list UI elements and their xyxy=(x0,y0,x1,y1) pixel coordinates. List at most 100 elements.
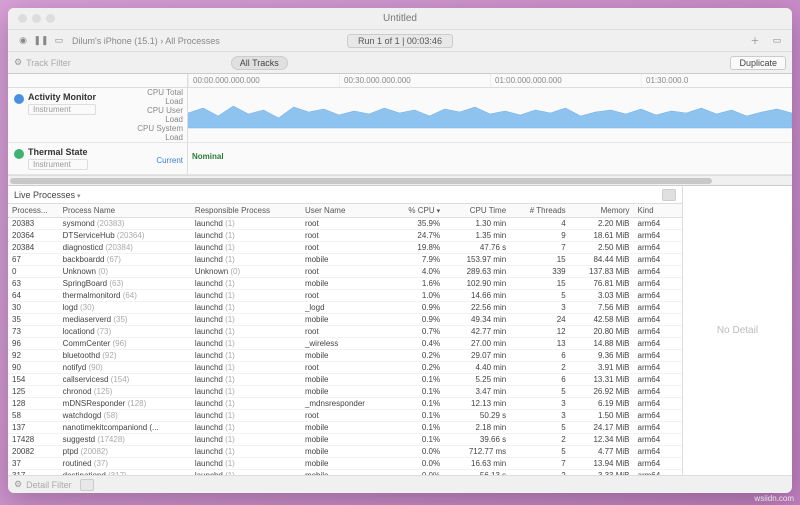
col-cpu-percent[interactable]: % CPU xyxy=(389,204,444,218)
table-row[interactable]: 96CommCenter (96)launchd (1)_wireless0.4… xyxy=(8,338,682,350)
cell-name: destinationd (317) xyxy=(59,470,191,476)
cell-name: callservicesd (154) xyxy=(59,374,191,386)
timeline-ruler[interactable]: 00:00.000.000.000 00:30.000.000.000 01:0… xyxy=(8,74,792,88)
track-filter-input[interactable]: Track Filter xyxy=(26,58,71,68)
cell-cpu: 0.1% xyxy=(389,434,444,446)
cell-pid: 58 xyxy=(8,410,59,422)
col-threads[interactable]: # Threads xyxy=(510,204,569,218)
table-row[interactable]: 0Unknown (0)Unknown (0)root4.0%289.63 mi… xyxy=(8,266,682,278)
gear-icon[interactable]: ⚙ xyxy=(14,57,22,68)
cell-resp: launchd (1) xyxy=(191,242,301,254)
cell-resp: launchd (1) xyxy=(191,290,301,302)
window-title: Untitled xyxy=(8,13,792,24)
thermal-graph[interactable]: Nominal xyxy=(188,143,792,169)
table-row[interactable]: 67backboardd (67)launchd (1)mobile7.9%15… xyxy=(8,254,682,266)
cell-kind: arm64 xyxy=(634,242,682,254)
target-icon[interactable]: ▭ xyxy=(50,33,68,49)
col-process-name[interactable]: Process Name xyxy=(59,204,191,218)
cell-mem: 13.94 MiB xyxy=(570,458,634,470)
cell-resp: launchd (1) xyxy=(191,470,301,476)
detail-filter-input[interactable]: Detail Filter xyxy=(26,480,72,490)
cell-user: _wireless xyxy=(301,338,389,350)
all-tracks-button[interactable]: All Tracks xyxy=(231,56,288,70)
track-thermal-state[interactable]: Thermal State Instrument Current Nominal xyxy=(8,143,792,175)
cell-time: 102.90 min xyxy=(444,278,510,290)
table-header-row[interactable]: Process... Process Name Responsible Proc… xyxy=(8,204,682,218)
cell-name: mDNSResponder (128) xyxy=(59,398,191,410)
table-row[interactable]: 20364DTServiceHub (20364)launchd (1)root… xyxy=(8,230,682,242)
horizontal-scrollbar[interactable] xyxy=(8,175,792,185)
cell-name: watchdogd (58) xyxy=(59,410,191,422)
table-row[interactable]: 73locationd (73)launchd (1)root0.7%42.77… xyxy=(8,326,682,338)
table-row[interactable]: 17428suggestd (17428)launchd (1)mobile0.… xyxy=(8,434,682,446)
col-responsible[interactable]: Responsible Process xyxy=(191,204,301,218)
cell-cpu: 4.0% xyxy=(389,266,444,278)
cell-name: sysmond (20383) xyxy=(59,218,191,230)
duplicate-button[interactable]: Duplicate xyxy=(730,56,786,70)
table-row[interactable]: 20384diagnosticd (20384)launchd (1)root1… xyxy=(8,242,682,254)
detail-toggle-icon[interactable] xyxy=(662,189,676,201)
live-processes-dropdown[interactable]: Live Processes xyxy=(14,190,81,200)
cell-user: _mdnsresponder xyxy=(301,398,389,410)
cell-time: 29.07 min xyxy=(444,350,510,362)
table-row[interactable]: 90notifyd (90)launchd (1)root0.2%4.40 mi… xyxy=(8,362,682,374)
cell-threads: 7 xyxy=(510,458,569,470)
table-row[interactable]: 63SpringBoard (63)launchd (1)mobile1.6%1… xyxy=(8,278,682,290)
target-breadcrumb[interactable]: Dilum's iPhone (15.1) › All Processes xyxy=(72,36,220,46)
cell-pid: 90 xyxy=(8,362,59,374)
table-row[interactable]: 58watchdogd (58)launchd (1)root0.1%50.29… xyxy=(8,410,682,422)
track-activity-monitor[interactable]: Activity Monitor Instrument CPU Total Lo… xyxy=(8,88,792,143)
table-row[interactable]: 35mediaserverd (35)launchd (1)mobile0.9%… xyxy=(8,314,682,326)
table-row[interactable]: 92bluetoothd (92)launchd (1)mobile0.2%29… xyxy=(8,350,682,362)
cell-user: mobile xyxy=(301,470,389,476)
instrument-chevron[interactable]: Instrument xyxy=(28,104,96,115)
cell-cpu: 0.9% xyxy=(389,314,444,326)
table-row[interactable]: 125chronod (125)launchd (1)mobile0.1%3.4… xyxy=(8,386,682,398)
cell-threads: 12 xyxy=(510,326,569,338)
cell-mem: 137.83 MiB xyxy=(570,266,634,278)
process-table[interactable]: Process... Process Name Responsible Proc… xyxy=(8,204,682,475)
library-button[interactable]: ▭ xyxy=(768,33,786,49)
cell-cpu: 0.1% xyxy=(389,374,444,386)
record-button[interactable]: ◉ xyxy=(14,33,32,49)
table-row[interactable]: 137nanotimekitcompaniond (... launchd (1… xyxy=(8,422,682,434)
table-row[interactable]: 64thermalmonitord (64)launchd (1)root1.0… xyxy=(8,290,682,302)
cell-pid: 317 xyxy=(8,470,59,476)
instrument-chevron[interactable]: Instrument xyxy=(28,159,88,170)
table-row[interactable]: 37routined (37)launchd (1)mobile0.0%16.6… xyxy=(8,458,682,470)
cell-time: 56.13 s xyxy=(444,470,510,476)
pause-button[interactable]: ❚❚ xyxy=(32,33,50,49)
table-row[interactable]: 128mDNSResponder (128)launchd (1)_mdnsre… xyxy=(8,398,682,410)
col-process-id[interactable]: Process... xyxy=(8,204,59,218)
add-button[interactable]: ＋ xyxy=(746,33,764,49)
cell-mem: 3.91 MiB xyxy=(570,362,634,374)
table-row[interactable]: 30logd (30)launchd (1)_logd0.9%22.56 min… xyxy=(8,302,682,314)
table-row[interactable]: 20082ptpd (20082)launchd (1)mobile0.0%71… xyxy=(8,446,682,458)
cell-pid: 96 xyxy=(8,338,59,350)
cell-resp: launchd (1) xyxy=(191,410,301,422)
table-row[interactable]: 20383sysmond (20383)launchd (1)root35.9%… xyxy=(8,218,682,230)
cell-cpu: 0.1% xyxy=(389,422,444,434)
run-indicator[interactable]: Run 1 of 1 | 00:03:46 xyxy=(347,34,453,48)
cell-name: suggestd (17428) xyxy=(59,434,191,446)
scrollbar-thumb[interactable] xyxy=(10,178,712,184)
cell-threads: 6 xyxy=(510,350,569,362)
cell-time: 14.66 min xyxy=(444,290,510,302)
cell-mem: 3.03 MiB xyxy=(570,290,634,302)
cell-threads: 3 xyxy=(510,302,569,314)
col-user[interactable]: User Name xyxy=(301,204,389,218)
table-row[interactable]: 317destinationd (317)launchd (1)mobile0.… xyxy=(8,470,682,476)
cpu-graph[interactable] xyxy=(188,88,792,140)
input-mode-icon[interactable] xyxy=(80,479,94,491)
cell-kind: arm64 xyxy=(634,290,682,302)
cell-pid: 20384 xyxy=(8,242,59,254)
cell-user: mobile xyxy=(301,422,389,434)
col-memory[interactable]: Memory xyxy=(570,204,634,218)
cell-time: 712.77 ms xyxy=(444,446,510,458)
cell-cpu: 0.9% xyxy=(389,302,444,314)
gear-icon[interactable]: ⚙ xyxy=(14,479,22,490)
filterbar: ⚙ Track Filter All Tracks Duplicate xyxy=(8,52,792,74)
table-row[interactable]: 154callservicesd (154)launchd (1)mobile0… xyxy=(8,374,682,386)
col-cpu-time[interactable]: CPU Time xyxy=(444,204,510,218)
col-kind[interactable]: Kind xyxy=(634,204,682,218)
